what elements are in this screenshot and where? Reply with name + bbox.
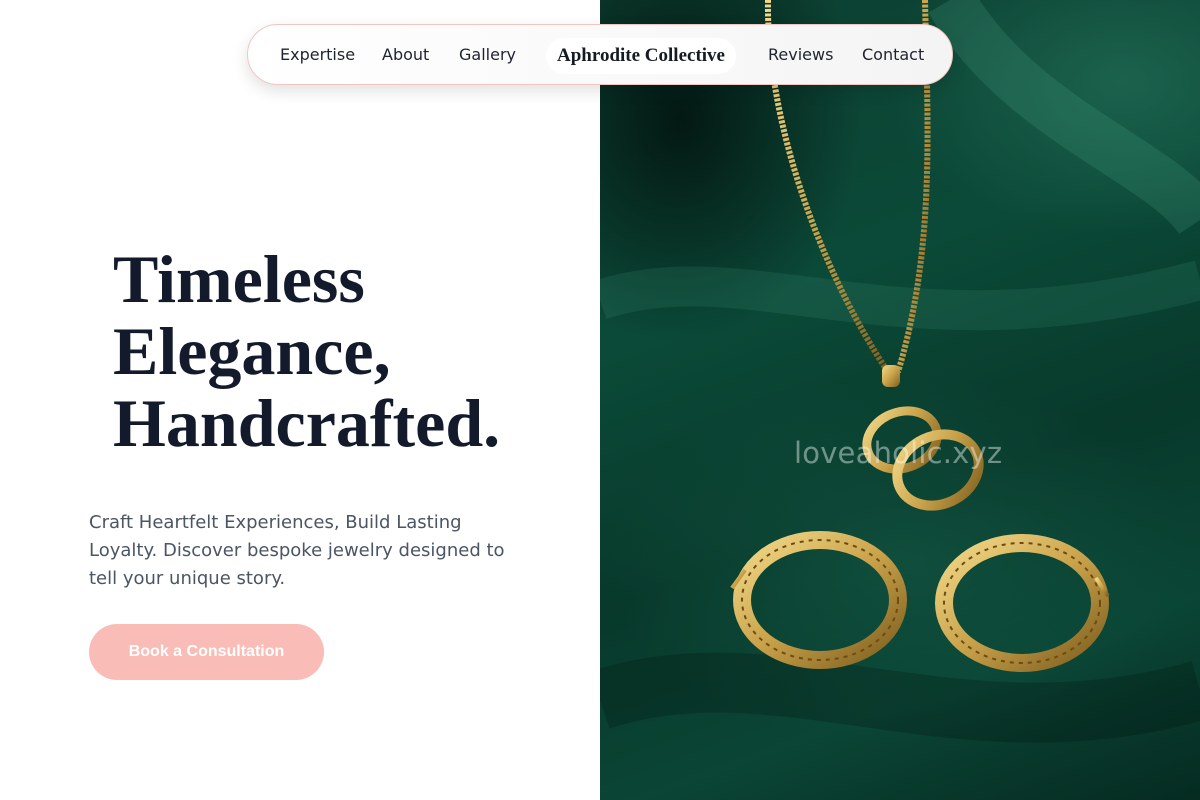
book-consultation-button[interactable]: Book a Consultation — [89, 624, 324, 680]
hero-image: loveaholic.xyz — [600, 0, 1200, 800]
nav-link-contact[interactable]: Contact — [862, 45, 924, 64]
nav-link-gallery[interactable]: Gallery — [459, 45, 516, 64]
top-navigation: Expertise About Gallery Aphrodite Collec… — [247, 24, 953, 85]
brand-logo-link[interactable]: Aphrodite Collective — [546, 38, 736, 74]
brand-name: Aphrodite Collective — [557, 45, 725, 66]
hero-text-panel: Timeless Elegance, Handcrafted. Craft He… — [0, 0, 600, 800]
jewelry-photo — [600, 0, 1200, 743]
watermark-text: loveaholic.xyz — [794, 436, 1003, 470]
nav-link-reviews[interactable]: Reviews — [768, 45, 833, 64]
hero-title-line-3: Handcrafted. — [113, 385, 501, 461]
hero-subtitle: Craft Heartfelt Experiences, Build Lasti… — [89, 512, 505, 589]
nav-link-expertise[interactable]: Expertise — [280, 45, 355, 64]
hero-title: Timeless Elegance, Handcrafted. — [113, 243, 583, 459]
nav-link-about[interactable]: About — [382, 45, 429, 64]
hero-title-line-2: Elegance, — [113, 313, 391, 389]
hero-title-line-1: Timeless — [113, 241, 365, 317]
